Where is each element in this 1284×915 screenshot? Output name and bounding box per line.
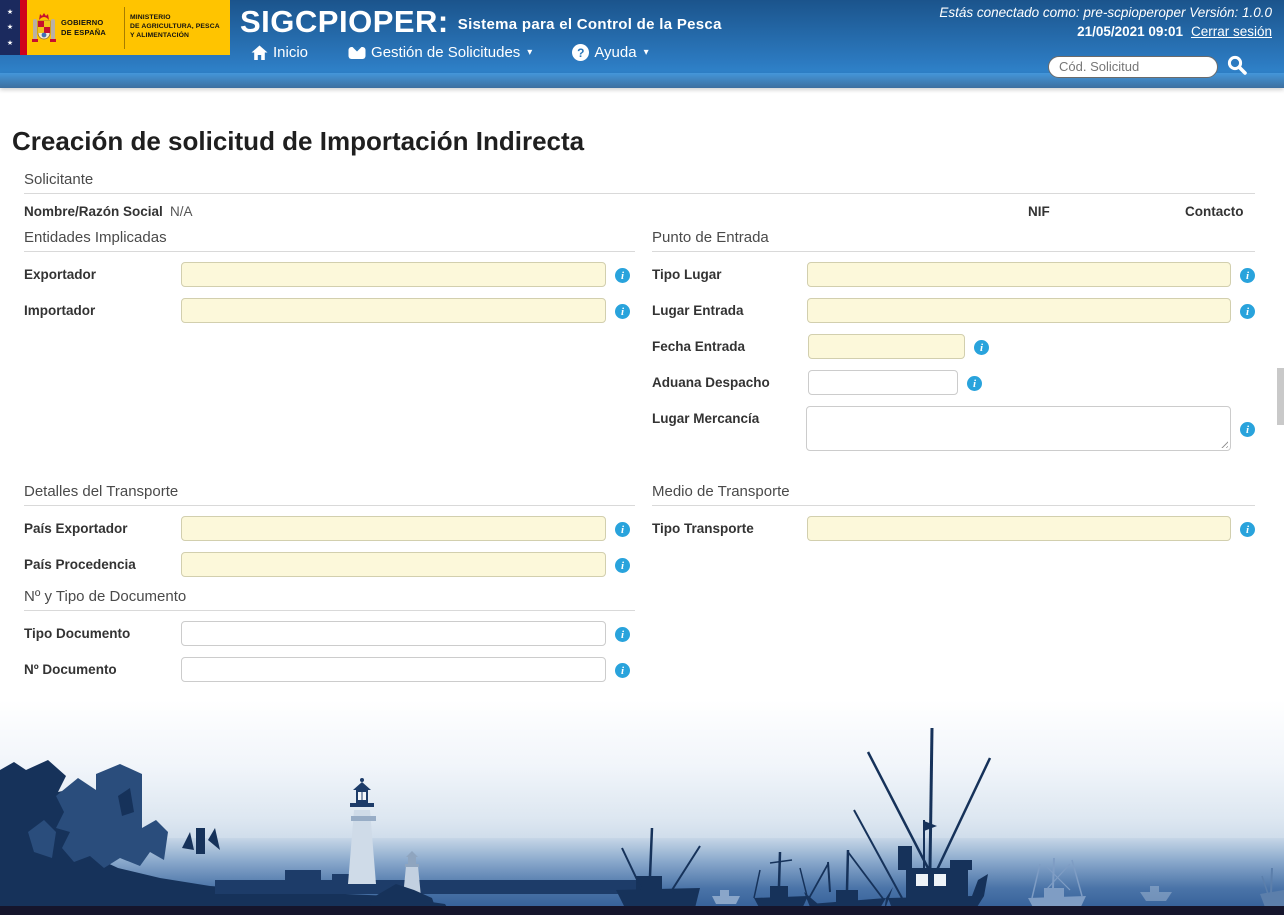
government-logo[interactable]: ★ ★ ★ GOBIERNO DE ESPAÑA MINISTERIO DE A… xyxy=(0,0,230,55)
info-icon[interactable]: i xyxy=(1240,268,1255,283)
section-punto-de-entrada: Punto de Entrada xyxy=(652,229,1255,252)
lugar-mercancia-label: Lugar Mercancía xyxy=(652,411,760,426)
info-icon[interactable]: i xyxy=(615,304,630,319)
main-nav: Inicio Gestión de Solicitudes ▾ ? Ayuda … xyxy=(251,44,649,61)
section-medio-transporte: Medio de Transporte xyxy=(652,483,1255,506)
nav-label: Gestión de Solicitudes xyxy=(371,44,521,61)
field-exportador: Exportador i xyxy=(24,262,635,287)
connected-as-text: Estás conectado como: pre-scpioperoper V… xyxy=(939,5,1272,20)
app-brand: SIGCPIOPER: Sistema para el Control de l… xyxy=(240,4,722,40)
pais-procedencia-input[interactable] xyxy=(181,552,606,577)
solicitante-row: Nombre/Razón Social N/A NIF Contacto xyxy=(24,204,1255,219)
tipo-documento-input[interactable] xyxy=(181,621,606,646)
session-datetime: 21/05/2021 09:01 xyxy=(1077,24,1183,39)
lugar-mercancia-textarea[interactable] xyxy=(806,406,1231,451)
info-icon[interactable]: i xyxy=(1240,522,1255,537)
field-num-documento: Nº Documento i xyxy=(24,657,635,682)
session-info: Estás conectado como: pre-scpioperoper V… xyxy=(939,5,1272,39)
app-subtitle: Sistema para el Control de la Pesca xyxy=(457,15,722,33)
flag-red-stripe xyxy=(20,0,27,55)
logo-divider xyxy=(124,6,125,49)
nav-item-gestion-solicitudes[interactable]: Gestión de Solicitudes ▾ xyxy=(348,44,532,61)
section-solicitante: Solicitante xyxy=(24,171,1255,194)
vertical-scrollbar-thumb[interactable] xyxy=(1277,368,1284,425)
info-icon[interactable]: i xyxy=(615,558,630,573)
info-icon[interactable]: i xyxy=(1240,422,1255,437)
field-pais-procedencia: País Procedencia i xyxy=(24,552,635,577)
solicitud-search xyxy=(1048,54,1248,79)
fecha-entrada-input[interactable] xyxy=(808,334,965,359)
field-fecha-entrada: Fecha Entrada i xyxy=(652,334,1255,359)
info-icon[interactable]: i xyxy=(974,340,989,355)
nav-label: Inicio xyxy=(273,44,309,61)
inbox-icon xyxy=(348,46,366,59)
field-tipo-documento: Tipo Documento i xyxy=(24,621,635,646)
contacto-label: Contacto xyxy=(1185,204,1244,219)
info-icon[interactable]: i xyxy=(1240,304,1255,319)
lugar-entrada-label: Lugar Entrada xyxy=(652,303,744,318)
aduana-despacho-input[interactable] xyxy=(808,370,958,395)
spain-coat-of-arms-icon xyxy=(32,12,56,42)
star-icon: ★ xyxy=(6,8,14,16)
home-icon xyxy=(251,45,268,60)
logo-background: GOBIERNO DE ESPAÑA MINISTERIO DE AGRICUL… xyxy=(27,0,230,55)
nav-item-inicio[interactable]: Inicio xyxy=(251,44,308,61)
importador-label: Importador xyxy=(24,303,96,318)
field-aduana-despacho: Aduana Despacho i xyxy=(652,370,1255,395)
government-label: GOBIERNO DE ESPAÑA xyxy=(61,18,107,37)
info-icon[interactable]: i xyxy=(615,522,630,537)
help-icon: ? xyxy=(572,44,590,61)
pais-exportador-label: País Exportador xyxy=(24,521,128,536)
fecha-entrada-label: Fecha Entrada xyxy=(652,339,746,354)
field-tipo-transporte: Tipo Transporte i xyxy=(652,516,1255,541)
harbor-silhouette-illustration xyxy=(0,700,1284,915)
field-tipo-lugar: Tipo Lugar i xyxy=(652,262,1255,287)
info-icon[interactable]: i xyxy=(615,663,630,678)
nombre-razon-social-value: N/A xyxy=(170,204,193,219)
nav-item-ayuda[interactable]: ? Ayuda ▾ xyxy=(572,44,649,61)
info-icon[interactable]: i xyxy=(615,268,630,283)
field-lugar-mercancia: Lugar Mercancía i xyxy=(652,406,1255,451)
flag-stars: ★ ★ ★ xyxy=(0,0,20,55)
exportador-input[interactable] xyxy=(181,262,606,287)
tipo-documento-label: Tipo Documento xyxy=(24,626,131,641)
logout-link[interactable]: Cerrar sesión xyxy=(1191,24,1272,39)
field-importador: Importador i xyxy=(24,298,635,323)
exportador-label: Exportador xyxy=(24,267,97,282)
tipo-lugar-label: Tipo Lugar xyxy=(652,267,722,282)
section-detalles-transporte: Detalles del Transporte xyxy=(24,483,635,506)
star-icon: ★ xyxy=(6,39,14,47)
chevron-down-icon: ▾ xyxy=(643,47,649,58)
section-entidades-implicadas: Entidades Implicadas xyxy=(24,229,635,252)
main-content: Creación de solicitud de Importación Ind… xyxy=(0,88,1284,693)
aduana-despacho-label: Aduana Despacho xyxy=(652,375,770,390)
tipo-transporte-label: Tipo Transporte xyxy=(652,521,754,536)
info-icon[interactable]: i xyxy=(615,627,630,642)
search-input[interactable] xyxy=(1048,55,1218,78)
tipo-lugar-input[interactable] xyxy=(807,262,1231,287)
nav-label: Ayuda xyxy=(594,44,637,61)
star-icon: ★ xyxy=(6,24,14,31)
lugar-entrada-input[interactable] xyxy=(807,298,1231,323)
tipo-transporte-input[interactable] xyxy=(807,516,1231,541)
importador-input[interactable] xyxy=(181,298,606,323)
pais-procedencia-label: País Procedencia xyxy=(24,557,136,572)
field-lugar-entrada: Lugar Entrada i xyxy=(652,298,1255,323)
search-button[interactable] xyxy=(1226,54,1248,79)
section-num-tipo-documento: Nº y Tipo de Documento xyxy=(24,588,635,611)
app-title: SIGCPIOPER: xyxy=(240,4,449,39)
search-icon xyxy=(1227,55,1247,75)
num-documento-label: Nº Documento xyxy=(24,662,117,677)
page-title: Creación de solicitud de Importación Ind… xyxy=(12,126,585,156)
ministry-label: MINISTERIO DE AGRICULTURA, PESCA Y ALIME… xyxy=(130,14,220,39)
chevron-down-icon: ▾ xyxy=(527,47,533,58)
info-icon[interactable]: i xyxy=(967,376,982,391)
field-pais-exportador: País Exportador i xyxy=(24,516,635,541)
pais-exportador-input[interactable] xyxy=(181,516,606,541)
nombre-razon-social-label: Nombre/Razón Social xyxy=(24,204,163,219)
num-documento-input[interactable] xyxy=(181,657,606,682)
nif-label: NIF xyxy=(1028,204,1050,219)
